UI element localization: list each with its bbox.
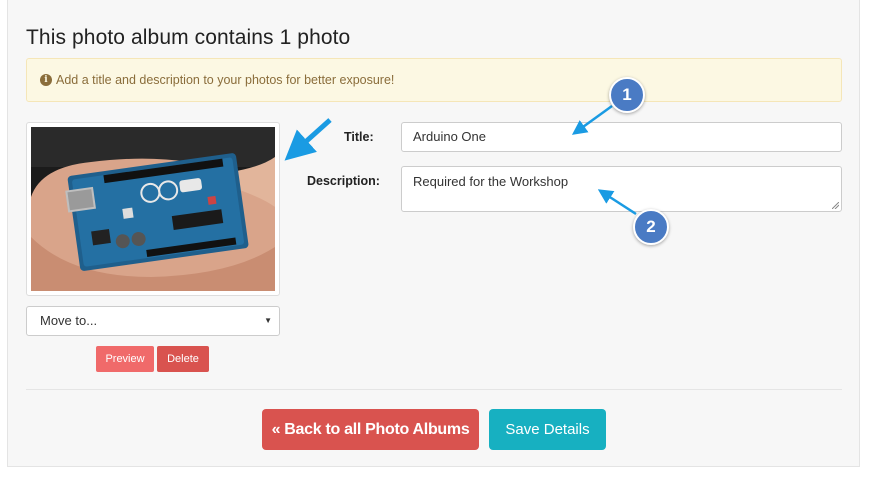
description-label: Description: — [307, 174, 380, 188]
description-value: Required for the Workshop — [413, 174, 569, 189]
move-to-value: Move to... — [40, 313, 98, 328]
save-details-button[interactable]: Save Details — [489, 409, 606, 450]
title-input[interactable]: Arduino One — [401, 122, 842, 152]
description-textarea[interactable]: Required for the Workshop — [401, 166, 842, 212]
annotation-badge-1: 1 — [609, 77, 645, 113]
chevron-down-icon: ▼ — [264, 316, 272, 325]
delete-button[interactable]: Delete — [157, 346, 209, 372]
divider — [26, 389, 842, 390]
photo-thumbnail[interactable] — [26, 122, 280, 296]
info-icon: i — [40, 74, 52, 86]
alert-text: Add a title and description to your phot… — [56, 73, 395, 87]
arduino-board-photo — [31, 127, 275, 291]
move-to-select[interactable]: Move to... ▼ — [26, 306, 280, 336]
annotation-badge-2: 2 — [633, 209, 669, 245]
info-alert: i Add a title and description to your ph… — [26, 58, 842, 102]
page-title: This photo album contains 1 photo — [26, 26, 351, 49]
preview-button[interactable]: Preview — [96, 346, 154, 372]
title-label: Title: — [344, 130, 374, 144]
resize-handle-icon[interactable] — [832, 202, 839, 209]
back-to-albums-button[interactable]: « Back to all Photo Albums — [262, 409, 479, 450]
